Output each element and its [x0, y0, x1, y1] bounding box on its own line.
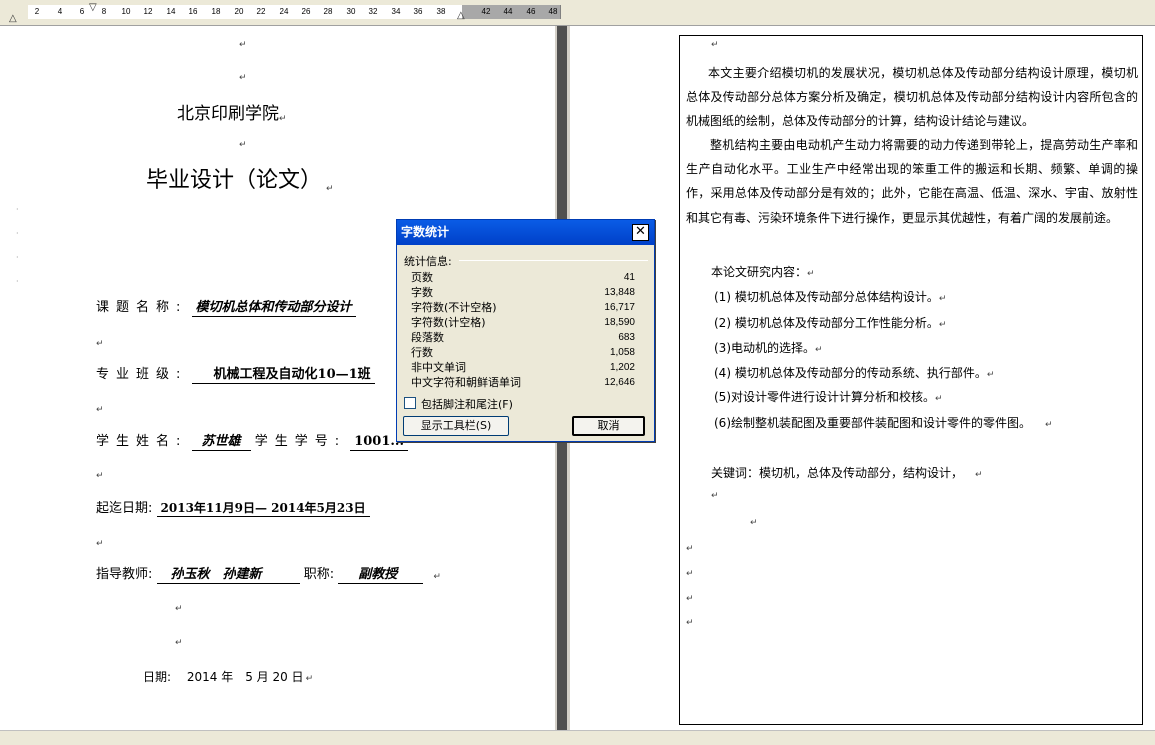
research-item: (3)电动机的选择。↵: [714, 341, 823, 355]
ruler-number: 26: [301, 7, 311, 16]
close-icon[interactable]: ✕: [632, 224, 649, 241]
ruler-number: 2: [34, 7, 40, 16]
include-footnotes-label[interactable]: 包括脚注和尾注(F): [421, 396, 513, 412]
stat-row: 非中文单词 1,202: [411, 361, 635, 374]
advisor-label: 指导教师:: [96, 567, 153, 582]
research-item: (6)绘制整机装配图及重要部件装配图和设计零件的零件图。 ↵: [714, 416, 1053, 430]
return-arrow-icon: ↵: [433, 572, 441, 582]
return-arrow-icon: ↵: [686, 544, 694, 554]
research-item: (4) 模切机总体及传动部分的传动系统、执行部件。↵: [714, 366, 995, 380]
topic-field: 课题名称: 模切机总体和传动部分设计: [96, 300, 356, 317]
return-arrow-icon: ↵: [686, 569, 694, 579]
research-heading: 本论文研究内容：↵: [711, 265, 815, 279]
stat-row: 字符数(不计空格) 16,717: [411, 301, 635, 314]
ruler-number: 36: [413, 7, 423, 16]
return-arrow-icon: ↵: [175, 638, 183, 648]
return-arrow-icon: ↵: [686, 594, 694, 604]
include-footnotes-checkbox[interactable]: [404, 397, 416, 409]
return-arrow-icon: ↵: [239, 40, 247, 50]
stat-row: 字数 13,848: [411, 286, 635, 299]
dialog-title-bar[interactable]: 字数统计: [397, 220, 654, 245]
return-arrow-icon: ↵: [239, 140, 247, 150]
ruler-number: 14: [166, 7, 176, 16]
empty-line-mark: ·: [16, 229, 19, 238]
ruler-number: 4: [57, 7, 63, 16]
advisor-field: 指导教师: 孙玉秋 孙建新 职称: 副教授 ↵: [96, 567, 441, 584]
ruler-number: 8: [101, 7, 107, 16]
return-arrow-icon: ↵: [686, 618, 694, 628]
major-label: 专业班级:: [96, 367, 188, 382]
empty-line-mark: ·: [16, 205, 19, 214]
ruler-number: 44: [503, 7, 513, 16]
stat-row: 页数 41: [411, 271, 635, 284]
major-field: 专业班级: 机械工程及自动化10—1班: [96, 367, 375, 384]
ruler-number: 48: [548, 7, 558, 16]
ruler-number: 16: [188, 7, 198, 16]
ruler-number: 42: [481, 7, 491, 16]
ruler-number: 38: [436, 7, 446, 16]
return-arrow-icon: ↵: [711, 40, 719, 50]
stats-header: 统计信息:: [404, 255, 452, 268]
major-value: 机械工程及自动化10—1班: [191, 367, 375, 384]
thesis-title: 毕业设计（论文） ↵: [146, 168, 334, 194]
dates-label: 起迄日期:: [96, 501, 153, 516]
research-item: (1) 模切机总体及传动部分总体结构设计。↵: [714, 290, 947, 304]
cancel-button[interactable]: 取消: [572, 416, 645, 436]
student-name-label: 学生姓名:: [96, 434, 188, 449]
ruler-number: 6: [79, 7, 85, 16]
empty-line-mark: ·: [16, 277, 19, 286]
show-toolbar-button[interactable]: 显示工具栏(S): [403, 416, 509, 436]
title-value: 副教授: [338, 567, 424, 584]
ruler-number: 12: [143, 7, 153, 16]
empty-line-mark: ·: [16, 253, 19, 262]
topic-label: 课题名称:: [96, 300, 188, 315]
abstract-paragraph-2: 整机结构主要由电动机产生动力将需要的动力传递到带轮上，提高劳动生产率和生产自动化…: [686, 138, 1138, 225]
return-arrow-icon: ↵: [96, 405, 104, 415]
ruler-number: 22: [256, 7, 266, 16]
return-arrow-icon: ↵: [175, 604, 183, 614]
abstract-paragraph-1: 本文主要介绍模切机的发展状况，模切机总体及传动部分结构设计原理，模切机总体及传动…: [686, 66, 1138, 129]
ruler-number: 30: [346, 7, 356, 16]
dialog-title: 字数统计: [401, 225, 450, 239]
return-arrow-icon: ↵: [96, 539, 104, 549]
dates-value: 2013年11月9日— 2014年5月23日: [156, 500, 370, 517]
return-arrow-icon: ↵: [750, 518, 758, 528]
stat-row: 行数 1,058: [411, 346, 635, 359]
ruler-number: 32: [368, 7, 378, 16]
ruler-number: 34: [391, 7, 401, 16]
bottom-status-strip: [0, 730, 1155, 745]
ruler-number: 10: [121, 7, 131, 16]
student-name-value: 苏世雄: [191, 434, 251, 451]
title-label: 职称:: [303, 567, 335, 582]
school-name: 北京印刷学院↵: [177, 104, 287, 124]
dates-field: 起迄日期: 2013年11月9日— 2014年5月23日: [96, 500, 370, 517]
right-indent-marker-icon[interactable]: △: [457, 11, 465, 21]
return-arrow-icon: ↵: [711, 491, 719, 501]
return-arrow-icon: ↵: [239, 73, 247, 83]
stat-row: 段落数 683: [411, 331, 635, 344]
advisor-value: 孙玉秋 孙建新: [156, 567, 300, 584]
research-item: (2) 模切机总体及传动部分工作性能分析。↵: [714, 316, 947, 330]
ruler-number: 24: [279, 7, 289, 16]
student-id-label: 学生学号:: [254, 434, 347, 449]
ruler-number: 18: [211, 7, 221, 16]
topic-value: 模切机总体和传动部分设计: [191, 300, 356, 317]
ruler-outside-area: [560, 5, 1155, 19]
student-field: 学生姓名: 苏世雄 学生学号: 1001...: [96, 434, 408, 451]
left-indent-marker-icon[interactable]: △: [9, 14, 17, 24]
horizontal-ruler[interactable]: 2 4 6 8 10 12 14 16 18 20 22 24 26 28 30…: [0, 0, 1155, 26]
return-arrow-icon: ↵: [96, 339, 104, 349]
ruler-number: 28: [323, 7, 333, 16]
ruler-number: 46: [526, 7, 536, 16]
stat-row: 字符数(计空格) 18,590: [411, 316, 635, 329]
signature-date: 日期: 2014 年 5 月 20 日 ↵: [143, 670, 314, 684]
word-count-dialog[interactable]: 字数统计 ✕ 统计信息: 页数 41 字数 13,848 字符数(不计空格) 16,7…: [396, 219, 655, 442]
ruler-number: 20: [234, 7, 244, 16]
return-arrow-icon: ↵: [96, 471, 104, 481]
stats-separator: [459, 260, 648, 261]
research-item: (5)对设计零件进行设计计算分析和校核。↵: [714, 390, 943, 404]
keywords-line: 关键词：模切机，总体及传动部分，结构设计， ↵: [711, 466, 983, 480]
stat-row: 中文字符和朝鲜语单词 12,646: [411, 376, 635, 389]
first-line-indent-marker-icon[interactable]: ▽: [89, 3, 97, 13]
